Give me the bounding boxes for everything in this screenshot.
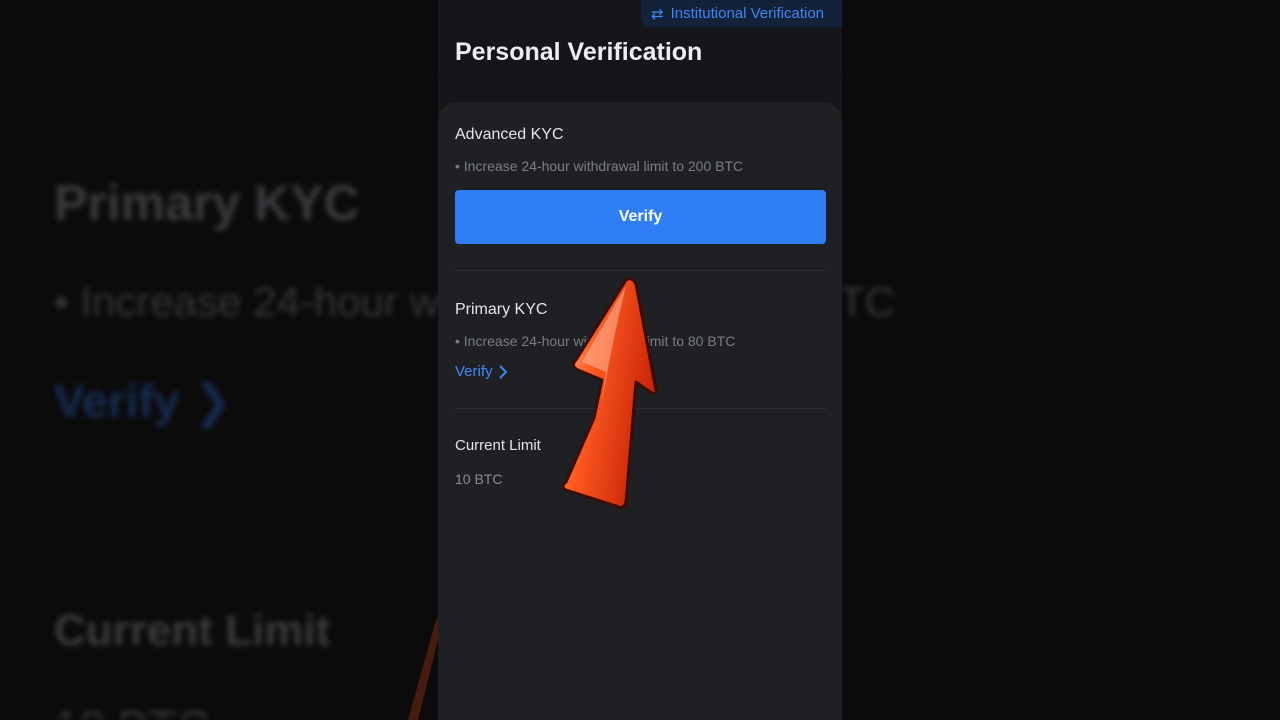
bg-chevron-right-icon: ❯ bbox=[193, 375, 232, 427]
divider bbox=[455, 270, 826, 271]
orange-arrow-overlay bbox=[561, 277, 658, 509]
institutional-verification-label: Institutional Verification bbox=[670, 5, 824, 22]
swap-arrows-icon: ⇄ bbox=[651, 5, 664, 23]
bg-primary-title: Primary KYC bbox=[54, 175, 360, 231]
bg-verify-link: Verify ❯ bbox=[54, 374, 232, 428]
primary-verify-label: Verify bbox=[455, 363, 493, 380]
advanced-verify-button[interactable]: Verify bbox=[455, 190, 826, 244]
bg-current-limit-title: Current Limit bbox=[54, 606, 331, 655]
institutional-verification-link[interactable]: ⇄ Institutional Verification bbox=[641, 0, 842, 27]
advanced-kyc-desc: • Increase 24-hour withdrawal limit to 2… bbox=[455, 158, 744, 174]
page-title: Personal Verification bbox=[455, 38, 703, 66]
bg-verify-label: Verify bbox=[54, 375, 180, 427]
chevron-right-icon bbox=[499, 365, 508, 379]
advanced-kyc-title: Advanced KYC bbox=[455, 126, 564, 143]
bg-current-limit-value: 10 BTC bbox=[54, 700, 210, 720]
current-limit-value: 10 BTC bbox=[455, 471, 503, 487]
advanced-kyc-section: Advanced KYC • Increase 24-hour withdraw… bbox=[455, 126, 826, 174]
primary-verify-link[interactable]: Verify bbox=[455, 363, 508, 380]
